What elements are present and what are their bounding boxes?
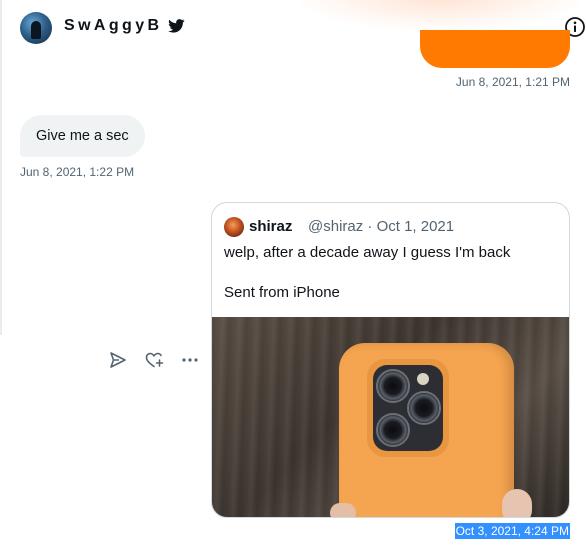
conversation-name[interactable]: SwAggyB — [64, 17, 162, 35]
avatar[interactable] — [20, 12, 52, 44]
orange-iphone-photo[interactable] — [212, 317, 569, 517]
message-timestamp: Jun 8, 2021, 1:22 PM — [20, 165, 135, 179]
quote-author-name: shiraz — [249, 218, 293, 235]
quote-author-handle: @shiraz · Oct 1, 2021 — [308, 218, 455, 235]
received-message-bubble[interactable]: Give me a sec — [20, 115, 145, 157]
more-horizontal-icon[interactable] — [180, 350, 200, 370]
phone-image — [339, 343, 514, 517]
send-icon[interactable] — [108, 350, 128, 370]
header-glow — [300, 0, 580, 30]
sent-message-bubble[interactable] — [420, 30, 570, 68]
message-timestamp: Jun 8, 2021, 1:21 PM — [455, 75, 570, 89]
quote-avatar — [224, 217, 244, 237]
quote-tweet-text: welp, after a decade away I guess I'm ba… — [224, 244, 511, 261]
quote-tweet-text: Sent from iPhone — [224, 284, 340, 301]
twitter-bird-icon — [168, 19, 185, 33]
message-timestamp-selected: Oct 3, 2021, 4:24 PM — [454, 523, 570, 539]
hand-image — [330, 503, 356, 517]
heart-plus-icon[interactable] — [144, 350, 164, 370]
quote-tweet-card[interactable]: shiraz @shiraz · Oct 1, 2021 welp, after… — [211, 202, 570, 518]
hand-image — [502, 489, 532, 517]
